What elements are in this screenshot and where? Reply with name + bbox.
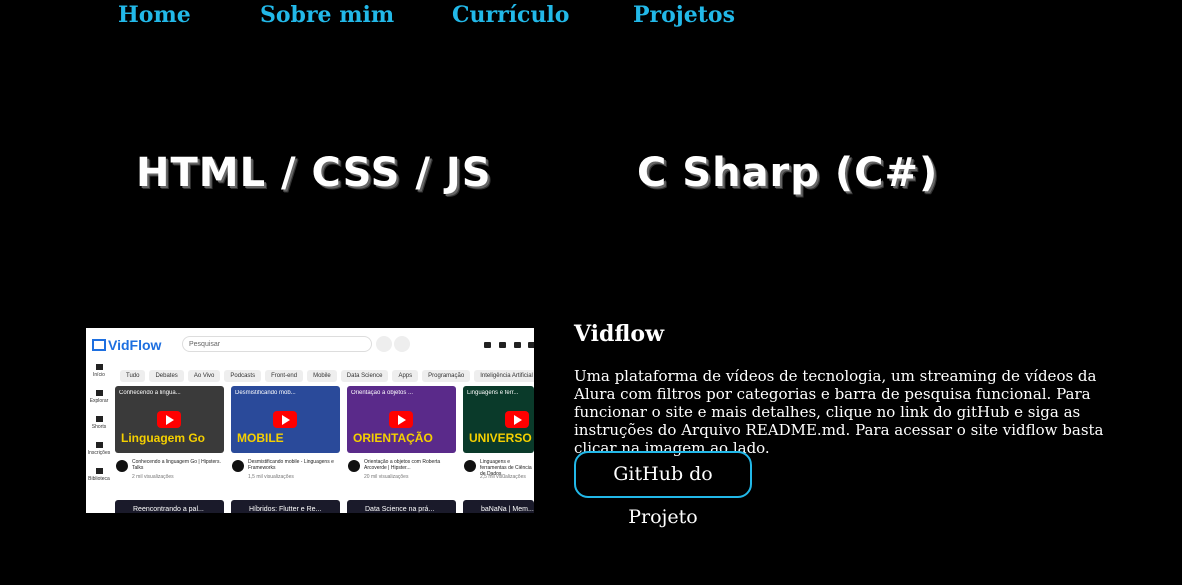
sidebar-item-biblioteca: Biblioteca [86,468,112,482]
vidflow-header: VidFlow Pesquisar [86,328,534,360]
video-card: Data Science na prá... [347,500,456,513]
chip: Front-end [265,370,304,382]
compass-icon [95,390,103,396]
sidebar-item-inscricoes: Inscrições [86,442,112,456]
subscriptions-icon [95,442,103,448]
chip: Programação [422,370,471,382]
video-views: 2 mil visualizações [132,474,174,480]
chip: Mobile [307,370,337,382]
video-views: 20 mil visualizações [364,474,409,480]
shorts-icon [95,416,103,422]
nav-link-curriculo[interactable]: Currículo [452,2,569,28]
mic-icon [394,336,410,352]
video-card: Conhecendo a lingua... Linguagem Go [115,386,224,453]
avatar [528,342,534,348]
home-icon [95,364,103,370]
video-card-title: Desmistificando mob... [235,390,296,396]
play-icon [273,411,297,428]
video-views: 2,5 mil visualizações [480,474,526,480]
chip: Data Science [340,370,389,382]
vidflow-logo: VidFlow [92,337,161,353]
nav-link-projetos[interactable]: Projetos [633,2,735,28]
play-icon [505,411,529,428]
channel-avatar [232,460,244,472]
video-meta-title: Conhecendo a linguagem Go | Hipsters. Ta… [132,459,221,471]
video-card-caption: UNIVERSO [469,431,532,445]
video-card: Orientação a objetos ... ORIENTAÇÃO [347,386,456,453]
github-project-button[interactable]: GitHub do Projeto [574,451,752,528]
video-card-title: Linguagens e ferr... [467,390,519,396]
sidebar-item-explorar: Explorar [86,390,112,404]
video-card-title: Conhecendo a lingua... [119,390,181,396]
tab-csharp[interactable]: C Sharp (C#) [637,150,938,196]
top-nav: Home Sobre mim Currículo Projetos [0,0,1182,32]
video-card: Linguagens e ferr... UNIVERSO [463,386,534,453]
video-card-caption: Linguagem Go [121,431,205,445]
channel-avatar [116,460,128,472]
vidflow-sidebar: Início Explorar Shorts Inscrições Biblio… [86,362,112,513]
video-card: Híbridos: Flutter e Re... [231,500,340,513]
chip: Inteligência Artificial [474,370,534,382]
channel-avatar [348,460,360,472]
search-icon [376,336,392,352]
chip: Apps [392,370,419,382]
video-meta-title: Desmistificando mobile - Linguagens e Fr… [248,459,334,471]
video-card-title: Orientação a objetos ... [351,390,414,396]
chip: Tudo [120,370,146,382]
tab-html-css-js[interactable]: HTML / CSS / JS [136,150,492,196]
apps-icon [499,342,506,348]
chip: Podcasts [224,370,262,382]
video-meta: Orientação a objetos com Roberta Arcover… [348,458,460,484]
play-icon [157,411,181,428]
play-icon [389,411,413,428]
video-meta: Desmistificando mobile - Linguagens e Fr… [232,458,344,484]
video-card: Desmistificando mob... MOBILE [231,386,340,453]
video-card-caption: ORIENTAÇÃO [353,431,433,445]
nav-link-sobre-mim[interactable]: Sobre mim [260,2,394,28]
chip: Ao Vivo [187,370,221,382]
channel-avatar [464,460,476,472]
video-meta: Conhecendo a linguagem Go | Hipsters. Ta… [116,458,228,484]
vidflow-search-input: Pesquisar [182,336,372,352]
video-meta-title: Orientação a objetos com Roberta Arcover… [364,459,441,471]
nav-link-home[interactable]: Home [118,2,191,28]
video-card-caption: MOBILE [237,431,284,445]
project-thumbnail-link[interactable]: VidFlow Pesquisar Tudo Debates Ao Vivo Podc… [86,328,534,513]
vidflow-category-chips: Tudo Debates Ao Vivo Podcasts Front-end Mobil… [120,364,534,382]
chip: Debates [149,370,184,382]
video-meta: Linguagens e ferramentas de Ciência de D… [464,458,534,484]
video-views: 1,5 mil visualizações [248,474,294,480]
video-card: Reencontrando a pal... [115,500,224,513]
bell-icon [514,342,521,348]
camera-icon [484,342,491,348]
project-title: Vidflow [574,321,665,347]
sidebar-item-inicio: Início [86,364,112,378]
video-card: baNaNa | Mem... [463,500,534,513]
sidebar-item-shorts: Shorts [86,416,112,430]
project-description: Uma plataforma de vídeos de tecnologia, … [574,367,1104,457]
library-icon [95,468,103,474]
